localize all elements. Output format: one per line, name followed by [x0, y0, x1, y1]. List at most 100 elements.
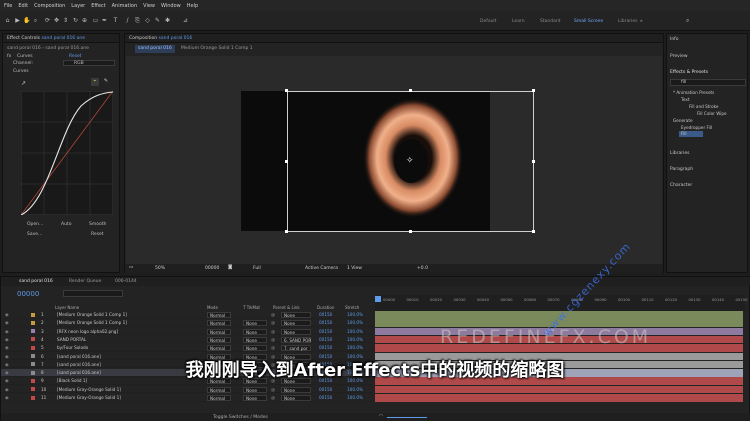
zoom-out-icon[interactable]: ◠	[379, 414, 383, 419]
snapshot-icon[interactable]: ◙	[228, 265, 232, 270]
timeline-timecode[interactable]: 00000	[17, 290, 39, 298]
puppet-tool-icon[interactable]: ✱	[164, 17, 171, 24]
handle-ml[interactable]	[285, 160, 288, 163]
layer-row[interactable]: ◉ 2 [Medium Orange Solid 1 Comp 1] Normal No…	[1, 319, 373, 327]
menu-item-effect[interactable]: Effect	[91, 3, 105, 9]
curves-graph[interactable]	[21, 91, 113, 215]
layer-duration-bar[interactable]	[375, 385, 743, 394]
layer-stretch[interactable]: 100.0%	[347, 320, 363, 325]
resolution-select[interactable]: Full	[253, 266, 261, 271]
handle-tm[interactable]	[409, 89, 412, 92]
layer-mode-select[interactable]: Normal	[207, 386, 231, 393]
rotate-tool-icon[interactable]: ↻	[72, 17, 79, 24]
layer-stretch[interactable]: 100.0%	[347, 337, 363, 342]
pickwhip-icon[interactable]: @	[271, 345, 275, 350]
layer-duration[interactable]: 00150	[319, 395, 332, 400]
handle-mr[interactable]	[532, 160, 535, 163]
layer-mode-select[interactable]: Normal	[207, 336, 231, 343]
layer-duration[interactable]: 00150	[319, 337, 332, 342]
layer-duration[interactable]: 00150	[319, 345, 332, 350]
workspace-default[interactable]: Default	[480, 19, 496, 24]
layer-duration-bar[interactable]	[375, 394, 743, 402]
layer-parent-select[interactable]: 7. sand por	[281, 345, 311, 352]
tree-text[interactable]: Text	[681, 97, 689, 102]
pan-tool-icon[interactable]: ✥	[53, 17, 60, 24]
layer-name[interactable]: [Medium Gray-Orange Solid 1]	[57, 395, 121, 400]
zoom-slider[interactable]	[387, 417, 427, 418]
layer-mode-select[interactable]: Normal	[207, 320, 231, 327]
orbit-tool-icon[interactable]: ⟳	[44, 17, 51, 24]
curves-open-button[interactable]: Open...	[27, 222, 43, 227]
layer-trkmat-select[interactable]: None	[243, 386, 267, 393]
handle-tl[interactable]	[285, 89, 288, 92]
layer-parent-select[interactable]: None	[281, 328, 311, 335]
workspace-small-screen[interactable]: Small Screen	[574, 19, 603, 24]
layer-name[interactable]: SAND PORTAL	[57, 337, 86, 342]
layer-duration[interactable]: 00150	[319, 329, 332, 334]
timeline-tab-other[interactable]: 006-0144	[115, 279, 137, 284]
pickwhip-icon[interactable]: @	[271, 312, 275, 317]
workspace-learn[interactable]: Learn	[512, 19, 525, 24]
visibility-eye-icon[interactable]: ◉	[5, 329, 9, 334]
visibility-eye-icon[interactable]: ◉	[5, 320, 9, 325]
comp-timecode[interactable]: 00000	[205, 266, 219, 271]
menu-item-composition[interactable]: Composition	[34, 3, 65, 9]
menu-item-layer[interactable]: Layer	[71, 3, 85, 9]
comp-subtab-active[interactable]: sand poral 016	[135, 45, 175, 53]
visibility-eye-icon[interactable]: ◉	[5, 337, 9, 342]
dolly-tool-icon[interactable]: ⇕	[62, 17, 69, 24]
hand-tool-icon[interactable]: ✋	[23, 17, 30, 24]
handle-bm[interactable]	[409, 230, 412, 233]
layer-trkmat-select[interactable]: None	[243, 336, 267, 343]
layer-parent-select[interactable]: None	[281, 395, 311, 401]
fx-icon[interactable]: fx	[7, 54, 11, 59]
layer-row[interactable]: ◉ 11 [Medium Gray-Orange Solid 1] Normal Non…	[1, 394, 373, 402]
menu-item-edit[interactable]: Edit	[18, 3, 28, 9]
zoom-level[interactable]: 50%	[155, 266, 165, 271]
tree-generate[interactable]: Generate	[673, 118, 693, 123]
layer-mode-select[interactable]: Normal	[207, 328, 231, 335]
label-color-swatch[interactable]	[31, 395, 35, 400]
comp-viewport[interactable]: ✧	[126, 56, 662, 264]
home-icon[interactable]: ⌂	[4, 17, 11, 24]
handle-br[interactable]	[532, 230, 535, 233]
curves-reset-button[interactable]: Reset	[91, 232, 104, 237]
anchor-point-icon[interactable]: ✧	[406, 156, 414, 166]
layer-row[interactable]: ◉ 1 [Medium Orange Solid 1 Comp 1] Normal @ N…	[1, 311, 373, 319]
layer-stretch[interactable]: 100.0%	[347, 387, 363, 392]
brush-tool-icon[interactable]: /	[124, 17, 131, 24]
layer-name[interactable]: [RFX neon logo alpha02.png]	[57, 329, 118, 334]
handle-bl[interactable]	[285, 230, 288, 233]
exposure-value[interactable]: +0.0	[417, 266, 428, 271]
visibility-eye-icon[interactable]: ◉	[5, 387, 9, 392]
libraries-panel-tab[interactable]: Libraries	[670, 151, 689, 156]
layer-trkmat-select[interactable]: None	[243, 345, 267, 352]
workspace-standard[interactable]: Standard	[540, 19, 560, 24]
layer-name[interactable]: by/Four Solodo	[57, 345, 88, 350]
view-layout-select[interactable]: 1 View	[347, 266, 362, 271]
curves-auto-button[interactable]: Auto	[61, 222, 71, 227]
label-color-swatch[interactable]	[31, 387, 35, 392]
eraser-tool-icon[interactable]: ◇	[144, 17, 151, 24]
pickwhip-icon[interactable]: @	[271, 387, 275, 392]
tree-eyedropper-fill[interactable]: Eyedropper Fill	[681, 125, 712, 130]
visibility-eye-icon[interactable]: ◉	[5, 312, 9, 317]
layer-stretch[interactable]: 100.0%	[347, 329, 363, 334]
layer-row[interactable]: ◉ 10 [Medium Gray-Orange Solid 1] Normal Non…	[1, 386, 373, 394]
info-panel-tab[interactable]: Info	[670, 37, 679, 42]
layer-mode-select[interactable]: Normal	[207, 395, 231, 401]
menu-item-window[interactable]: Window	[161, 3, 181, 9]
roto-brush-icon[interactable]: ✎	[154, 17, 161, 24]
type-tool-icon[interactable]: T	[112, 17, 119, 24]
layer-mode-select[interactable]: Normal	[207, 345, 231, 352]
layer-mode-select[interactable]: Normal	[207, 312, 231, 318]
pickwhip-icon[interactable]: @	[271, 329, 275, 334]
anchor-tool-icon[interactable]: ⊕	[81, 17, 88, 24]
tree-animation-presets[interactable]: * Animation Presets	[673, 90, 714, 95]
layer-row[interactable]: ◉ 5 by/Four Solodo Normal None @7. sand por 00…	[1, 344, 373, 352]
effects-search-input[interactable]: fill	[670, 79, 746, 86]
layer-duration[interactable]: 00150	[319, 387, 332, 392]
layer-name[interactable]: [Medium Gray-Orange Solid 1]	[57, 387, 121, 392]
layer-trkmat-select[interactable]: None	[243, 328, 267, 335]
label-color-swatch[interactable]	[31, 320, 35, 325]
